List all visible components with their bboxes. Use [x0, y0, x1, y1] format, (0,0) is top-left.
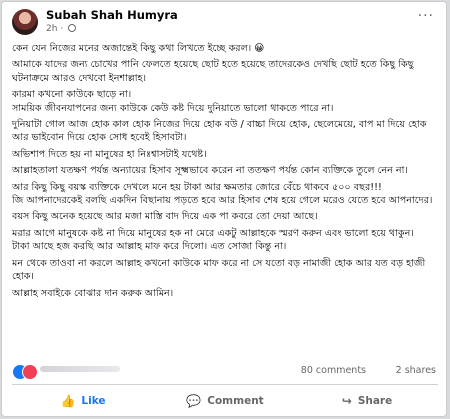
post-paragraph: মরার আগে মানুষকে কষ্ট না দিয়ে মানুষের হ…	[12, 227, 414, 239]
post-paragraph: কেন যেন নিজের মনের অজান্তেই কিছু কথা লিখ…	[12, 43, 265, 54]
post-stats: 80 comments 2 shares	[12, 362, 438, 382]
post-meta: 2h ·	[46, 24, 77, 34]
comment-button[interactable]: 💬 Comment	[154, 385, 296, 416]
action-bar: 👍 Like 💬 Comment ↪ Share	[12, 385, 438, 416]
post-card: Subah Shah Humyra 2h · ··· কেন যেন নিজের…	[1, 1, 447, 417]
comments-count[interactable]: 80 comments	[301, 365, 366, 376]
post-paragraph: আল্লাহ সবাইকে বোঝার দান করুক আমিন।	[12, 287, 174, 299]
more-options-icon[interactable]: ···	[418, 8, 434, 24]
post-paragraph: টাকা আছে হজ করছি আর আল্লাহ মাফ করে দিলো।…	[12, 241, 287, 253]
reaction-count-blurred[interactable]	[40, 366, 120, 372]
dot-separator: ·	[60, 24, 64, 34]
share-button[interactable]: ↪ Share	[296, 385, 438, 416]
share-label: Share	[357, 395, 393, 407]
share-icon: ↪	[341, 394, 352, 408]
post-paragraph: আর কিছু কিছু বয়স্ক ব্যক্তিকে দেখলে মনে …	[12, 181, 382, 193]
post-header: Subah Shah Humyra 2h · ···	[2, 2, 446, 40]
like-label: Like	[81, 395, 106, 407]
post-paragraph: অভিশাপ দিতে হয় না মানুষের হা নিঃশ্বাসটা…	[12, 148, 207, 160]
post-paragraph: আল্লাহতালা যতক্ষণ পর্যন্ত অন্যায়ের হিসা…	[12, 165, 408, 177]
shares-count[interactable]: 2 shares	[396, 365, 436, 376]
post-time[interactable]: 2h	[46, 24, 57, 34]
post-body: কেন যেন নিজের মনের অজান্তেই কিছু কথা লিখ…	[12, 42, 440, 300]
post-paragraph: বয়স কিছু অনেক হয়েছে আর মজা মাস্তি বাদ …	[12, 211, 318, 223]
post-paragraph: জি আপনাদেরকেই বলছি একদিন বিছানায় পড়তে …	[12, 195, 433, 207]
globe-icon	[68, 24, 77, 32]
post-paragraph: দুনিয়াটা গোল আজ হোক কাল হোক নিজের দিয়ে…	[12, 119, 427, 144]
comment-label: Comment	[207, 395, 264, 407]
post-paragraph: সাময়িক জীবনযাপনের জন্য কাউকে কেউ কষ্ট দ…	[12, 102, 334, 114]
love-reaction-icon[interactable]	[22, 364, 38, 380]
avatar[interactable]	[12, 9, 38, 35]
thumbs-up-icon: 👍	[60, 394, 76, 408]
post-paragraph: কারমা কখনো কাউকে ছাড়ে না।	[12, 89, 132, 101]
post-paragraph: আমাকে যাদের জন্য চোখের পানি ফেলতে হয়েছে…	[12, 59, 414, 84]
author-name[interactable]: Subah Shah Humyra	[46, 8, 178, 22]
like-button[interactable]: 👍 Like	[12, 385, 154, 416]
post-paragraph: মন থেকে তাওবা না করলে আল্লাহ কখনো কাউকে …	[12, 257, 426, 283]
comment-icon: 💬	[186, 394, 202, 408]
